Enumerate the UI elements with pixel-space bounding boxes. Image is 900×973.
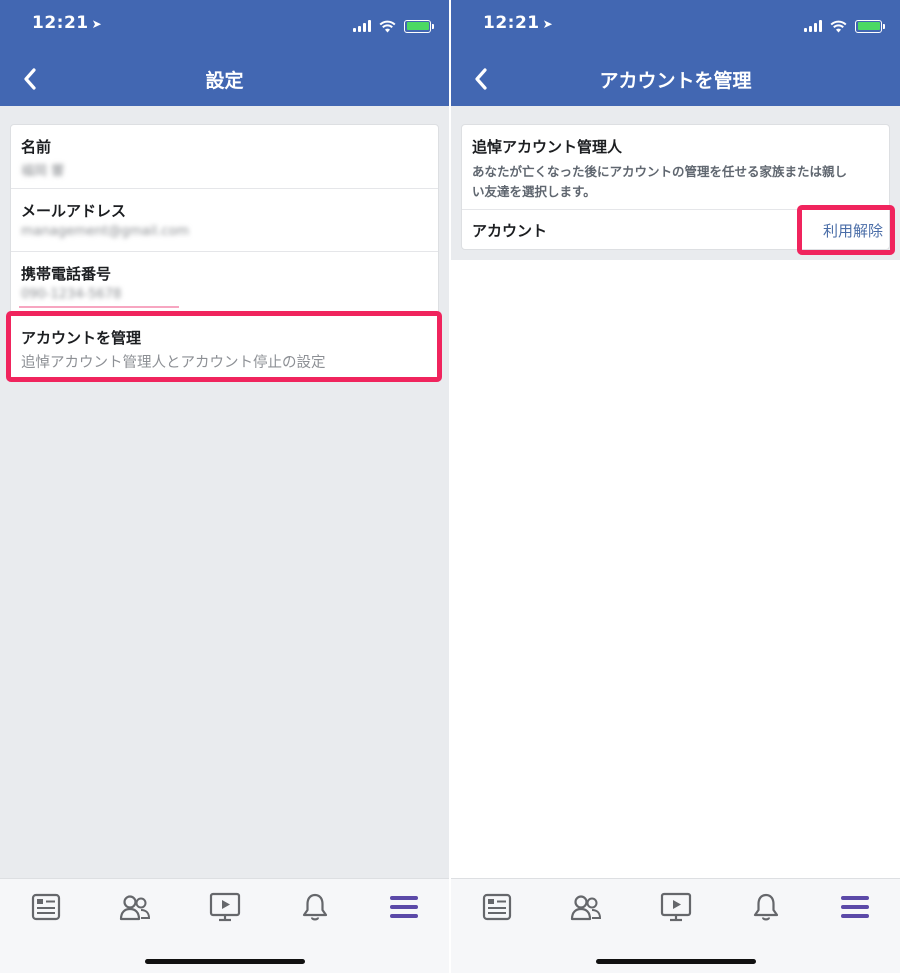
watch-video-icon [209, 892, 241, 922]
cellular-signal-icon [804, 20, 822, 32]
settings-content: 名前 福岡 響 メールアドレス management@gmail.com 携帯電… [0, 106, 449, 878]
status-icons [353, 18, 434, 34]
bottom-tab-bar [451, 878, 900, 973]
tab-news-feed[interactable] [26, 891, 66, 923]
wifi-icon [830, 20, 847, 32]
notifications-bell-icon [753, 893, 779, 921]
news-feed-icon [482, 893, 512, 921]
tab-news-feed[interactable] [477, 891, 517, 923]
highlight-box [797, 205, 895, 255]
tab-menu[interactable] [835, 891, 875, 923]
menu-icon [390, 896, 418, 918]
legacy-contact-description-2: い友達を選択します。 [472, 184, 596, 199]
home-indicator[interactable] [595, 959, 756, 964]
email-label: メールアドレス [21, 202, 127, 220]
top-bar: 12:21 ➤ 設定 [0, 0, 449, 106]
manage-account-screen: 12:21 ➤ アカウントを管理 追悼アカウント管理人 あなたが亡くなった後にアカ… [451, 0, 900, 973]
phone-label: 携帯電話番号 [21, 265, 112, 283]
phone-value: 090-1234-5678 [21, 287, 122, 302]
name-row[interactable]: 名前 福岡 響 [11, 125, 438, 188]
legacy-contact-title: 追悼アカウント管理人 [472, 138, 623, 156]
location-arrow-icon: ➤ [91, 17, 103, 31]
underline-accent [19, 306, 179, 308]
home-indicator[interactable] [144, 959, 305, 964]
status-time: 12:21 ➤ [483, 13, 553, 33]
legacy-contact-description-1: あなたが亡くなった後にアカウントの管理を任せる家族または親し [472, 164, 848, 179]
tab-friends[interactable] [566, 891, 606, 923]
status-time-text: 12:21 [32, 13, 89, 33]
tab-notifications[interactable] [746, 891, 786, 923]
tab-watch[interactable] [205, 891, 245, 923]
email-value: management@gmail.com [21, 224, 190, 239]
status-time-text: 12:21 [483, 13, 540, 33]
settings-screen: 12:21 ➤ 設定 名前 福岡 響 メールアドレス management@gma… [0, 0, 449, 973]
watch-video-icon [660, 892, 692, 922]
tab-friends[interactable] [115, 891, 155, 923]
status-icons [804, 18, 885, 34]
cellular-signal-icon [353, 20, 371, 32]
tab-notifications[interactable] [295, 891, 335, 923]
page-title: 設定 [205, 70, 244, 92]
menu-icon [841, 896, 869, 918]
email-row[interactable]: メールアドレス management@gmail.com [11, 189, 438, 252]
location-arrow-icon: ➤ [542, 17, 554, 31]
name-label: 名前 [21, 138, 52, 156]
wifi-icon [379, 20, 396, 32]
battery-icon [855, 19, 885, 33]
name-value: 福岡 響 [21, 164, 65, 179]
news-feed-icon [31, 893, 61, 921]
top-bar: 12:21 ➤ アカウントを管理 [451, 0, 900, 106]
battery-icon [404, 19, 434, 33]
bottom-tab-bar [0, 878, 449, 973]
tab-menu[interactable] [384, 891, 424, 923]
tab-watch[interactable] [656, 891, 696, 923]
status-time: 12:21 ➤ [32, 13, 102, 33]
page-title: アカウントを管理 [599, 70, 752, 92]
highlight-box [6, 311, 442, 382]
notifications-bell-icon [302, 893, 328, 921]
friends-icon [570, 895, 602, 921]
friends-icon [119, 895, 151, 921]
account-label: アカウント [472, 222, 548, 240]
